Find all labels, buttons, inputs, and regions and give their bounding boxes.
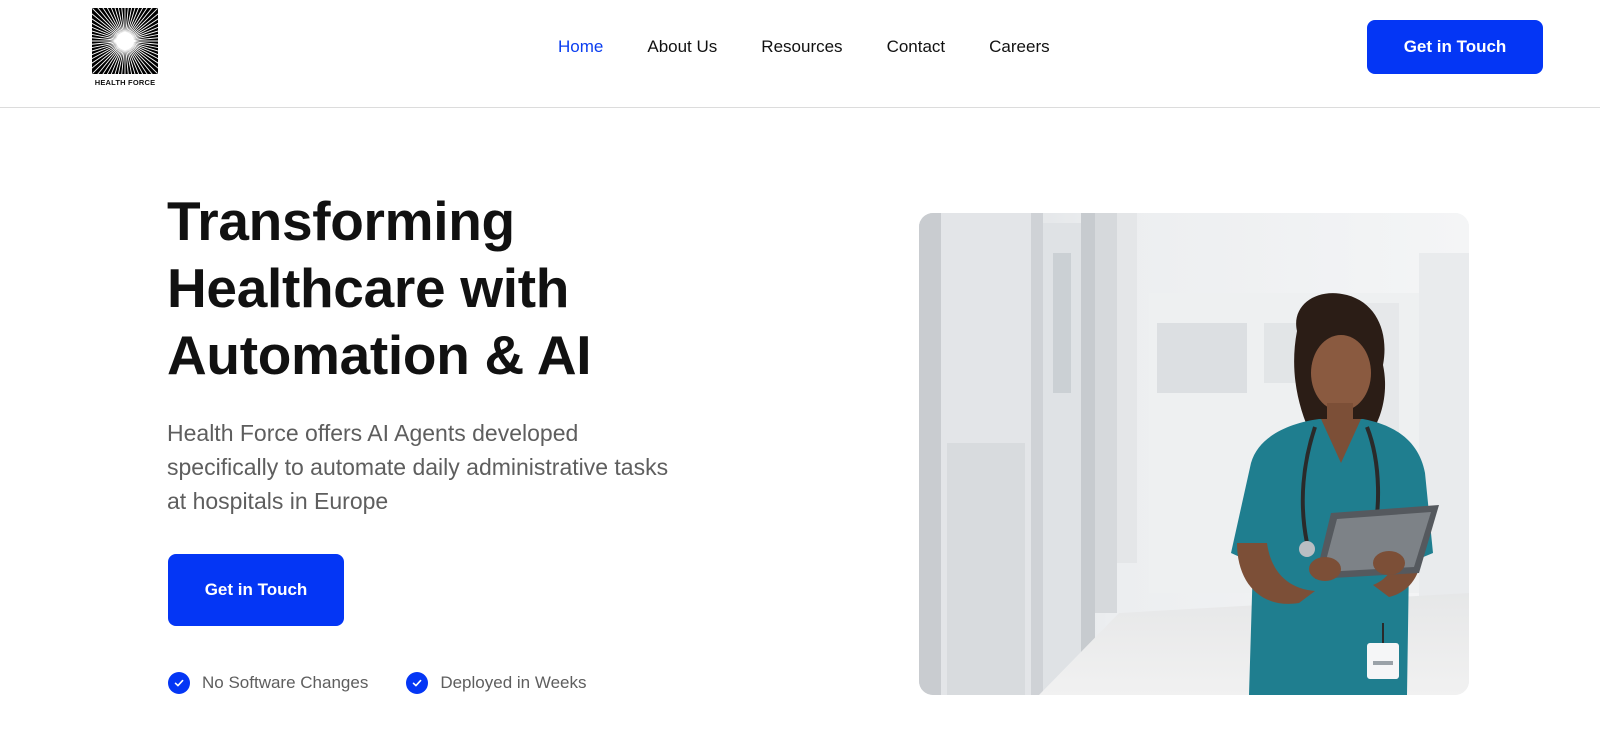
logo-sunburst-icon bbox=[92, 8, 158, 74]
check-circle-icon bbox=[406, 672, 429, 694]
check-item-deployed-in-weeks: Deployed in Weeks bbox=[406, 672, 586, 694]
check-item-no-software-changes: No Software Changes bbox=[168, 672, 368, 694]
header-get-in-touch-button[interactable]: Get in Touch bbox=[1367, 20, 1543, 74]
check-circle-icon bbox=[168, 672, 190, 694]
nav-about-us[interactable]: About Us bbox=[647, 36, 717, 58]
hero-title-line: Automation & AI bbox=[167, 324, 592, 386]
logo-wordmark: HEALTH FORCE bbox=[94, 78, 156, 87]
nav-home[interactable]: Home bbox=[558, 36, 603, 58]
nav-resources[interactable]: Resources bbox=[761, 36, 842, 58]
hero-description-line: at hospitals in Europe bbox=[167, 488, 389, 514]
hero-title-line: Healthcare with bbox=[167, 257, 570, 319]
hero-get-in-touch-button[interactable]: Get in Touch bbox=[168, 554, 344, 626]
hero-description: Health Force offers AI Agents developed … bbox=[167, 416, 747, 518]
hero-image-nurse-with-tablet bbox=[919, 213, 1469, 695]
feature-checks: No Software Changes Deployed in Weeks bbox=[168, 672, 624, 694]
nav-careers[interactable]: Careers bbox=[989, 36, 1049, 58]
main-nav: Home About Us Resources Contact Careers bbox=[558, 36, 1094, 58]
logo[interactable]: HEALTH FORCE bbox=[92, 8, 158, 88]
hero-title-line: Transforming bbox=[167, 190, 515, 252]
check-label: No Software Changes bbox=[202, 673, 369, 692]
check-label: Deployed in Weeks bbox=[440, 673, 587, 692]
site-header: HEALTH FORCE Home About Us Resources Con… bbox=[0, 0, 1600, 108]
hero-description-line: specifically to automate daily administr… bbox=[167, 454, 669, 480]
hero-description-line: Health Force offers AI Agents developed bbox=[167, 420, 579, 446]
nav-contact[interactable]: Contact bbox=[887, 36, 946, 58]
hero-title: Transforming Healthcare with Automation … bbox=[167, 188, 807, 389]
